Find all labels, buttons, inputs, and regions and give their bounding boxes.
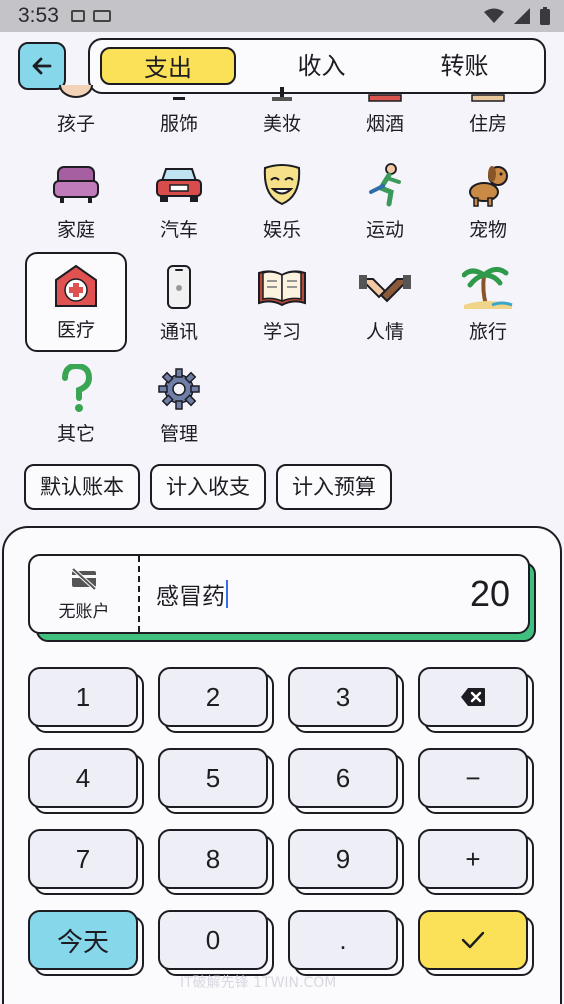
category-label: 汽车 bbox=[159, 219, 198, 241]
minus-key[interactable]: − bbox=[418, 748, 534, 814]
category-family[interactable]: 家庭 bbox=[25, 150, 127, 250]
key-8[interactable]: 8 bbox=[158, 829, 274, 895]
status-time: 3:53 bbox=[18, 4, 59, 27]
category-other[interactable]: 其它 bbox=[25, 354, 127, 454]
gear-icon bbox=[153, 363, 205, 415]
battery-icon bbox=[540, 7, 550, 25]
runner-icon bbox=[359, 159, 411, 211]
confirm-key[interactable] bbox=[418, 910, 534, 976]
house-icon bbox=[462, 85, 514, 103]
category-label: 家庭 bbox=[56, 219, 95, 241]
category-pets[interactable]: 宠物 bbox=[437, 150, 539, 250]
category-label: 医疗 bbox=[56, 319, 95, 341]
baby-icon bbox=[50, 85, 102, 103]
amount-display: 20 bbox=[469, 573, 510, 614]
note-text: 感冒药 bbox=[156, 584, 225, 610]
category-sports[interactable]: 运动 bbox=[334, 150, 436, 250]
category-label: 娱乐 bbox=[262, 219, 301, 241]
category-entertainment[interactable]: 娱乐 bbox=[231, 150, 333, 250]
text-caret bbox=[226, 580, 228, 608]
category-label: 其它 bbox=[56, 423, 95, 445]
category-label: 人情 bbox=[365, 321, 404, 343]
category-label: 住房 bbox=[468, 113, 507, 135]
account-selector[interactable]: 无账户 bbox=[30, 556, 140, 632]
status-bar: 3:53 bbox=[0, 0, 564, 32]
question-icon bbox=[50, 363, 102, 415]
car-icon bbox=[153, 159, 205, 211]
wifi-icon bbox=[484, 8, 504, 23]
key-2[interactable]: 2 bbox=[158, 667, 274, 733]
backspace-icon bbox=[461, 688, 485, 706]
category-children[interactable]: 孩子 bbox=[25, 48, 127, 144]
key-1[interactable]: 1 bbox=[28, 667, 144, 733]
category-label: 运动 bbox=[365, 219, 404, 241]
category-label: 学习 bbox=[262, 321, 301, 343]
key-0[interactable]: 0 bbox=[158, 910, 274, 976]
palm-tree-icon bbox=[462, 261, 514, 313]
note-input[interactable]: 感冒药 bbox=[140, 577, 470, 611]
include-budget-chip[interactable]: 计入预算 bbox=[276, 464, 392, 510]
category-label: 美妆 bbox=[262, 113, 301, 135]
key-7[interactable]: 7 bbox=[28, 829, 144, 895]
keyboard-icon bbox=[92, 10, 111, 22]
category-car[interactable]: 汽车 bbox=[128, 150, 230, 250]
handshake-icon bbox=[359, 261, 411, 313]
key-5[interactable]: 5 bbox=[158, 748, 274, 814]
category-medical[interactable]: 医疗 bbox=[25, 252, 127, 352]
category-makeup[interactable]: 美妆 bbox=[231, 48, 333, 144]
watermark: IT破解先锋 1TWIN.COM bbox=[180, 975, 337, 991]
signal-icon bbox=[514, 8, 530, 24]
options-row: 默认账本 计入收支 计入预算 bbox=[24, 464, 392, 510]
plus-key[interactable]: + bbox=[418, 829, 534, 895]
category-management[interactable]: 管理 bbox=[128, 354, 230, 454]
dog-icon bbox=[462, 159, 514, 211]
sofa-icon bbox=[50, 159, 102, 211]
entry-box: 无账户 感冒药 20 bbox=[28, 554, 530, 634]
category-study[interactable]: 学习 bbox=[231, 252, 333, 352]
category-tobacco-wine[interactable]: 烟酒 bbox=[334, 48, 436, 144]
decimal-key[interactable]: . bbox=[288, 910, 404, 976]
phone-icon bbox=[153, 261, 205, 313]
category-label: 旅行 bbox=[468, 321, 507, 343]
key-3[interactable]: 3 bbox=[288, 667, 404, 733]
ledger-chip[interactable]: 默认账本 bbox=[24, 464, 140, 510]
key-6[interactable]: 6 bbox=[288, 748, 404, 814]
key-4[interactable]: 4 bbox=[28, 748, 144, 814]
category-clothes[interactable]: 服饰 bbox=[128, 48, 230, 144]
today-key[interactable]: 今天 bbox=[28, 910, 144, 976]
notification-a-icon bbox=[70, 10, 85, 22]
check-icon bbox=[461, 931, 485, 949]
category-label: 孩子 bbox=[56, 113, 95, 135]
category-label: 宠物 bbox=[468, 219, 507, 241]
mask-icon bbox=[256, 159, 308, 211]
category-label: 烟酒 bbox=[365, 113, 404, 135]
account-label: 无账户 bbox=[58, 601, 110, 622]
category-gifts[interactable]: 人情 bbox=[334, 252, 436, 352]
book-icon bbox=[256, 261, 308, 313]
category-telecom[interactable]: 通讯 bbox=[128, 252, 230, 352]
key-9[interactable]: 9 bbox=[288, 829, 404, 895]
category-label: 服饰 bbox=[159, 113, 198, 135]
backspace-key[interactable] bbox=[418, 667, 534, 733]
category-travel[interactable]: 旅行 bbox=[437, 252, 539, 352]
tobacco-wine-icon bbox=[359, 85, 411, 103]
category-housing[interactable]: 住房 bbox=[437, 48, 539, 144]
include-income-expense-chip[interactable]: 计入收支 bbox=[150, 464, 266, 510]
no-card-icon bbox=[71, 567, 97, 590]
category-label: 通讯 bbox=[159, 321, 198, 343]
hospital-icon bbox=[50, 259, 102, 311]
category-label: 管理 bbox=[159, 423, 198, 445]
clothes-icon bbox=[153, 85, 205, 103]
makeup-icon bbox=[256, 85, 308, 103]
